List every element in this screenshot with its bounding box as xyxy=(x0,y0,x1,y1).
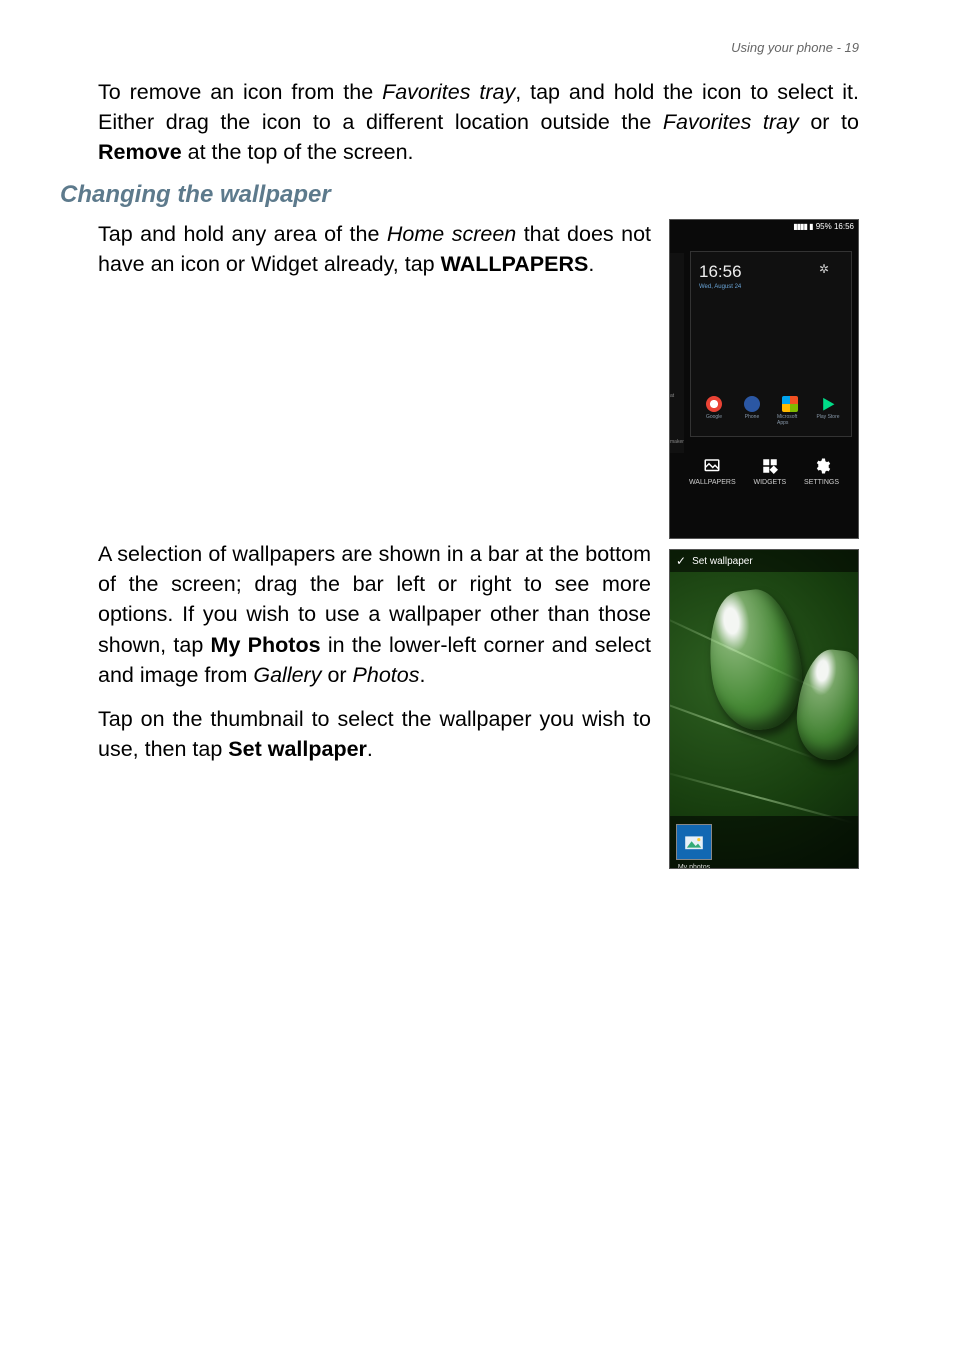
gear-icon xyxy=(812,457,832,475)
wallpapers-term: WALLPAPERS xyxy=(441,252,589,276)
photo-icon xyxy=(684,834,704,850)
favorites-tray-term: Favorites tray xyxy=(663,110,799,134)
battery-icon: ▮ xyxy=(809,222,813,231)
photos-term: Photos xyxy=(353,663,420,687)
wallpaper-selection-paragraph: A selection of wallpapers are shown in a… xyxy=(98,539,651,689)
play-store-icon xyxy=(820,396,836,412)
screenshot-wallpaper-picker: ✓ Set wallpaper My photos xyxy=(669,549,859,869)
text: . xyxy=(419,663,425,687)
side-strip: atmaker xyxy=(670,253,684,453)
longpress-actions: WALLPAPERS WIDGETS SETTINGS xyxy=(670,443,858,496)
widgets-icon xyxy=(760,457,780,475)
text: Tap and hold any area of the xyxy=(98,222,387,246)
text: at the top of the screen. xyxy=(182,140,414,164)
fav-play-store[interactable]: Play Store xyxy=(815,396,841,426)
action-label: WIDGETS xyxy=(754,479,787,486)
action-widgets[interactable]: WIDGETS xyxy=(754,457,787,486)
favorites-tray-term: Favorites tray xyxy=(382,80,515,104)
wallpaper-tap-hold-paragraph: Tap and hold any area of the Home screen… xyxy=(98,219,651,279)
set-wallpaper-term: Set wallpaper xyxy=(228,737,367,761)
fav-label: Phone xyxy=(745,414,759,420)
text: Tap on the thumbnail to select the wallp… xyxy=(98,707,651,761)
page-header: Using your phone - 19 xyxy=(80,40,859,55)
my-photos-label: My photos xyxy=(678,864,710,869)
water-droplet xyxy=(792,647,859,764)
status-text: 95% 16:56 xyxy=(816,222,854,231)
phone-icon xyxy=(744,396,760,412)
fav-phone[interactable]: Phone xyxy=(739,396,765,426)
fav-label: Microsoft Apps xyxy=(777,414,803,426)
remove-term: Remove xyxy=(98,140,182,164)
wallpapers-icon xyxy=(702,457,722,475)
action-settings[interactable]: SETTINGS xyxy=(804,457,839,486)
fav-label: Google xyxy=(706,414,722,420)
gallery-term: Gallery xyxy=(253,663,321,687)
text: or xyxy=(321,663,352,687)
screenshot-home-longpress: ▮▮▮▮ ▮ 95% 16:56 atmaker 16:56 Wed, Augu… xyxy=(669,219,859,539)
google-icon xyxy=(706,396,722,412)
weather-icon: ✲ xyxy=(819,262,829,276)
action-wallpapers[interactable]: WALLPAPERS xyxy=(689,457,736,486)
water-droplet xyxy=(701,585,810,736)
text: or to xyxy=(799,110,859,134)
action-label: WALLPAPERS xyxy=(689,479,736,486)
favorites-tray-preview: Google Phone Microsoft Apps Play Store xyxy=(699,392,843,426)
intro-paragraph: To remove an icon from the Favorites tra… xyxy=(98,77,859,167)
date-label: Wed, August 24 xyxy=(699,284,843,290)
fav-google[interactable]: Google xyxy=(701,396,727,426)
my-photos-thumb[interactable]: My photos xyxy=(676,824,712,860)
wallpaper-picker-topbar: ✓ Set wallpaper xyxy=(670,550,858,572)
check-icon[interactable]: ✓ xyxy=(676,554,686,568)
fav-microsoft[interactable]: Microsoft Apps xyxy=(777,396,803,426)
microsoft-icon xyxy=(782,396,798,412)
text: . xyxy=(588,252,594,276)
home-screen-term: Home screen xyxy=(387,222,516,246)
section-heading-changing-wallpaper: Changing the wallpaper xyxy=(60,181,859,209)
fav-label: Play Store xyxy=(816,414,839,420)
my-photos-term: My Photos xyxy=(211,633,321,657)
action-label: SETTINGS xyxy=(804,479,839,486)
set-wallpaper-paragraph: Tap on the thumbnail to select the wallp… xyxy=(98,704,651,764)
signal-icon: ▮▮▮▮ xyxy=(793,222,807,231)
status-bar: ▮▮▮▮ ▮ 95% 16:56 xyxy=(670,220,858,233)
home-preview-card[interactable]: 16:56 Wed, August 24 ✲ Google Phone Micr… xyxy=(690,251,852,437)
set-wallpaper-title[interactable]: Set wallpaper xyxy=(692,556,753,567)
wallpaper-thumb-bar[interactable]: My photos xyxy=(670,816,858,868)
text: . xyxy=(367,737,373,761)
text: To remove an icon from the xyxy=(98,80,382,104)
